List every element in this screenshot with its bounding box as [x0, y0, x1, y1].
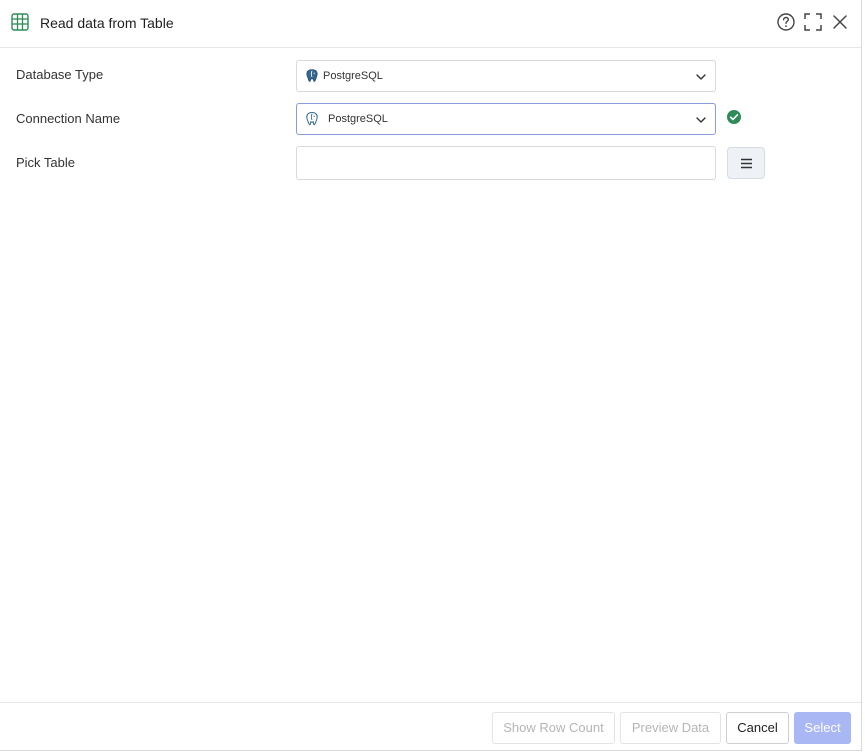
check-circle-icon [726, 109, 742, 125]
cancel-button[interactable]: Cancel [726, 712, 789, 744]
dialog-footer: Show Row Count Preview Data Cancel Selec… [0, 702, 861, 751]
connection-name-select[interactable]: PostgreSQL [296, 103, 716, 135]
postgresql-elephant-icon [305, 111, 319, 127]
database-type-label: Database Type [16, 67, 104, 82]
help-button[interactable] [776, 12, 796, 32]
connection-name-value: PostgreSQL [328, 113, 388, 125]
help-circle-icon [777, 13, 795, 31]
database-type-select[interactable]: PostgreSQL [296, 60, 716, 92]
maximize-button[interactable] [803, 12, 823, 32]
show-row-count-button[interactable]: Show Row Count [492, 712, 615, 744]
read-data-dialog: Read data from Table Database Type Postg… [0, 0, 862, 751]
postgresql-elephant-icon [305, 68, 319, 84]
select-button[interactable]: Select [794, 712, 851, 744]
dialog-title: Read data from Table [40, 15, 174, 31]
chevron-down-icon [695, 70, 707, 82]
database-type-value: PostgreSQL [323, 70, 383, 82]
pick-table-label: Pick Table [16, 155, 76, 170]
close-button[interactable] [830, 12, 850, 32]
close-icon [833, 15, 847, 29]
table-icon [11, 13, 29, 31]
maximize-icon [804, 13, 822, 31]
preview-data-button[interactable]: Preview Data [620, 712, 721, 744]
connection-name-label: Connection Name [16, 111, 121, 126]
chevron-down-icon [695, 113, 707, 125]
list-icon [741, 158, 752, 169]
pick-table-input[interactable] [296, 146, 716, 180]
dialog-header: Read data from Table [0, 0, 861, 48]
browse-tables-button[interactable] [727, 147, 765, 179]
